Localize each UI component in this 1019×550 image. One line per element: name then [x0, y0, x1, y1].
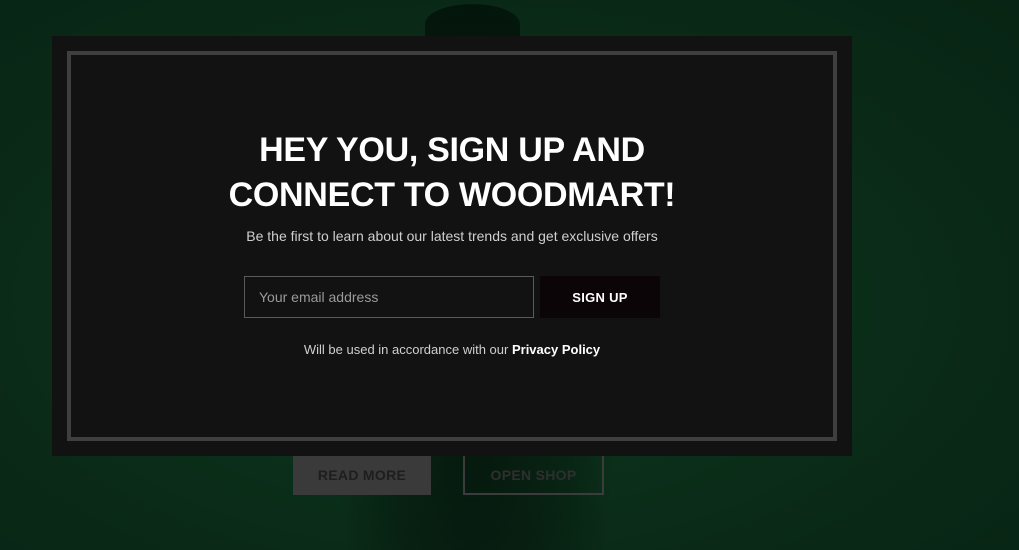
popup-headline: HEY YOU, SIGN UP AND CONNECT TO WOODMART… — [229, 128, 676, 218]
headline-line-2: CONNECT TO WOODMART! — [228, 176, 676, 214]
privacy-text: Will be used in accordance with our — [303, 342, 512, 357]
sign-up-button[interactable]: SIGN UP — [540, 276, 660, 318]
privacy-policy-link[interactable]: Privacy Policy — [512, 342, 600, 357]
signup-form: SIGN UP — [244, 276, 660, 318]
popup-content: HEY YOU, SIGN UP AND CONNECT TO WOODMART… — [52, 128, 852, 357]
page: READ MORE OPEN SHOP HEY YOU, SIGN UP AND… — [0, 0, 1019, 550]
privacy-notice: Will be used in accordance with our Priv… — [304, 342, 600, 357]
newsletter-popup: HEY YOU, SIGN UP AND CONNECT TO WOODMART… — [52, 36, 852, 456]
open-shop-button[interactable]: OPEN SHOP — [463, 454, 604, 495]
popup-subline: Be the first to learn about our latest t… — [246, 228, 658, 244]
email-input[interactable] — [244, 276, 534, 318]
headline-line-1: HEY YOU, SIGN UP AND — [259, 131, 645, 169]
read-more-button[interactable]: READ MORE — [293, 454, 431, 495]
